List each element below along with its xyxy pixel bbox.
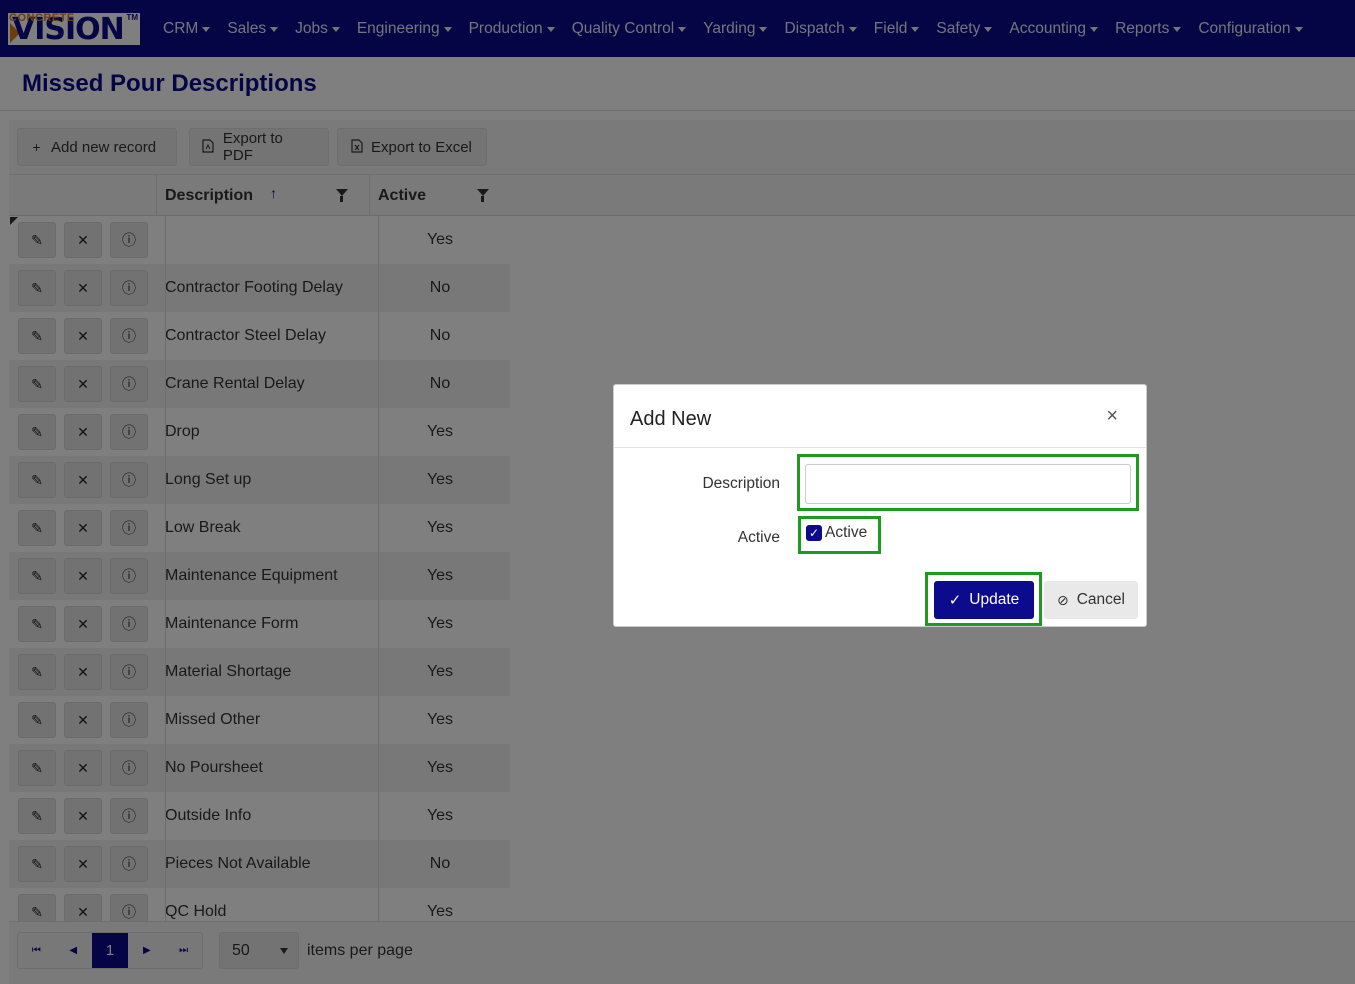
cancel-button[interactable]: ⊘ Cancel: [1044, 581, 1138, 619]
description-field-label: Description: [702, 475, 780, 492]
checkmark-icon: ✓: [808, 526, 820, 540]
active-checkbox[interactable]: ✓: [806, 525, 822, 541]
cancel-button-label: Cancel: [1076, 591, 1125, 608]
description-input[interactable]: [805, 464, 1131, 504]
add-new-dialog: Add New × Description Active ✓ Active ✓ …: [613, 384, 1147, 627]
dialog-divider: [614, 447, 1146, 448]
update-button-label: Update: [969, 591, 1020, 608]
update-button[interactable]: ✓ Update: [934, 581, 1034, 619]
close-icon: ×: [1106, 405, 1118, 427]
check-icon: ✓: [948, 592, 962, 609]
dialog-close-button[interactable]: ×: [1106, 405, 1118, 428]
dialog-title: Add New: [630, 408, 712, 430]
active-checkbox-label[interactable]: Active: [825, 524, 867, 542]
cancel-icon: ⊘: [1057, 591, 1069, 608]
active-field-label: Active: [737, 529, 780, 546]
